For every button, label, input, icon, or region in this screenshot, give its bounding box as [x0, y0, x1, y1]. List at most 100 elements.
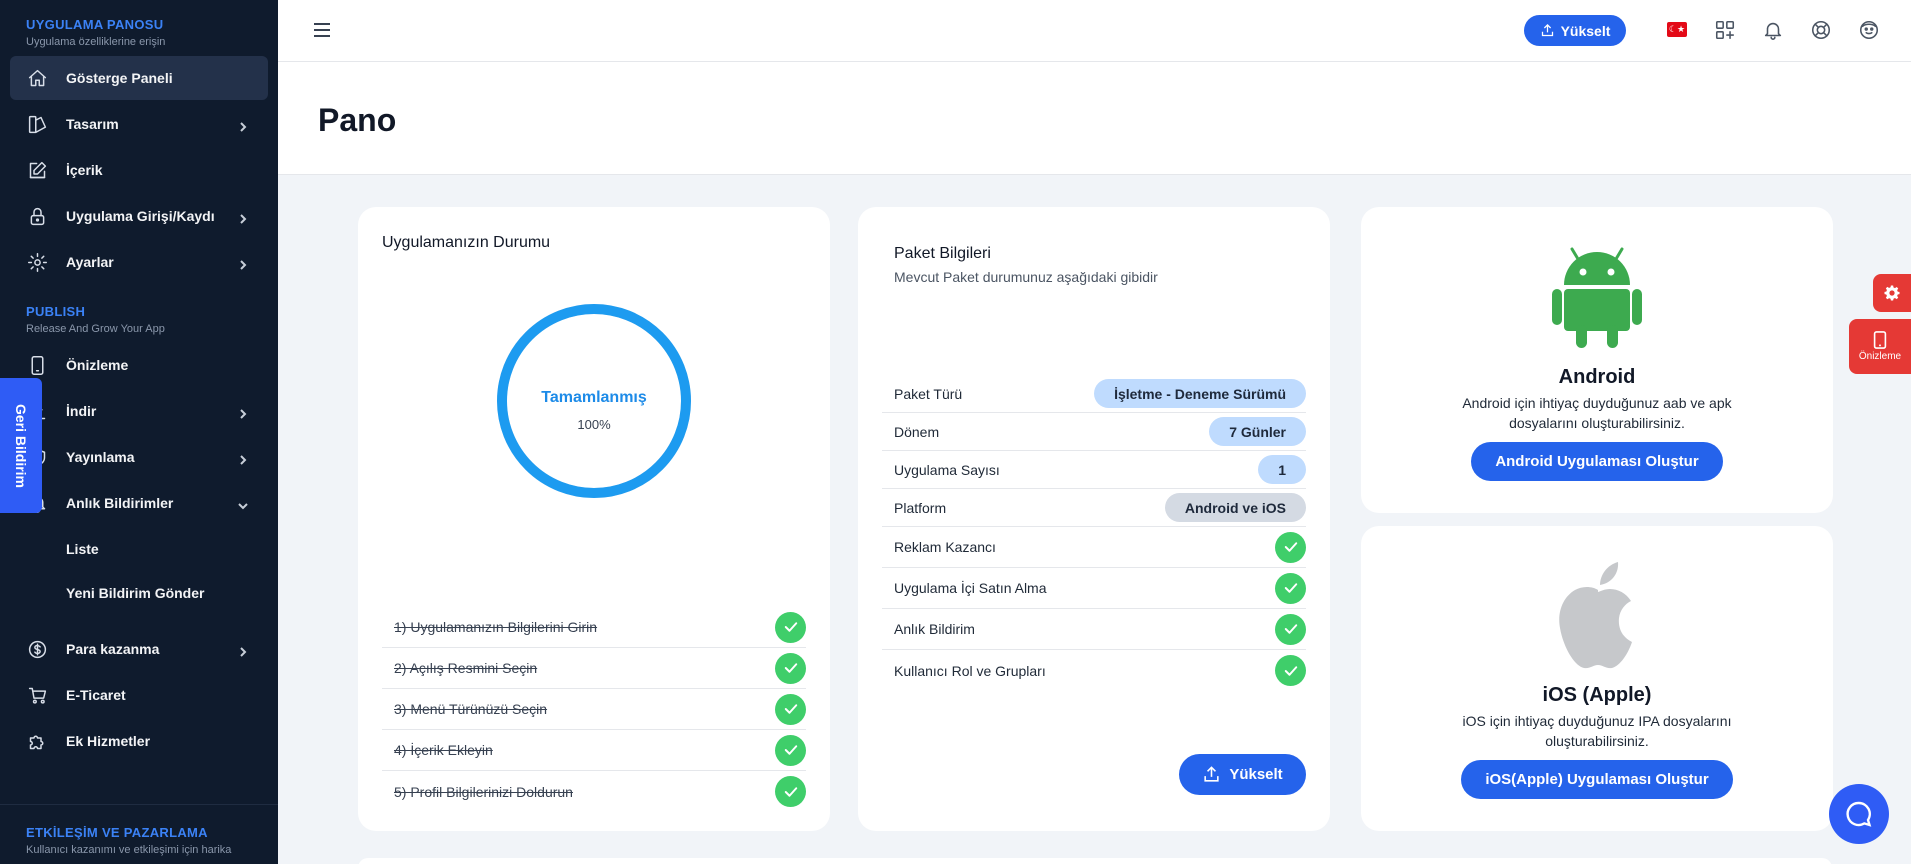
lock-icon — [26, 205, 48, 227]
package-row: Anlık Bildirim — [882, 609, 1306, 650]
package-value-badge: 1 — [1258, 455, 1306, 484]
chevron-down-icon — [238, 498, 248, 510]
chat-bubble-icon — [1846, 801, 1872, 827]
sidebar-divider — [0, 804, 278, 805]
chevron-right-icon — [238, 257, 248, 270]
check-circle-icon — [1275, 655, 1306, 686]
upgrade-button-top[interactable]: Yükselt — [1524, 15, 1626, 46]
sidebar-item-label: Ayarlar — [66, 254, 114, 270]
sidebar-subitem-list[interactable]: Liste — [10, 527, 268, 571]
sidebar-item-login[interactable]: Uygulama Girişi/Kaydı — [10, 194, 268, 238]
sidebar-item-label: Para kazanma — [66, 641, 160, 657]
chevron-right-icon — [238, 452, 248, 465]
package-key: Anlık Bildirim — [894, 621, 975, 637]
upgrade-label: Yükselt — [1560, 22, 1611, 39]
sidebar-item-settings[interactable]: Ayarlar — [10, 240, 268, 284]
sidebar-item-dashboard[interactable]: Gösterge Paneli — [10, 56, 268, 100]
ring-label: Tamamlanmış — [541, 389, 647, 406]
phone-icon — [1873, 331, 1887, 349]
sidebar-item-label: Ek Hizmetler — [66, 733, 151, 749]
feedback-tab[interactable]: Geri Bildirim — [0, 378, 42, 513]
lifebuoy-icon[interactable] — [1810, 19, 1832, 41]
sidebar-subitem-send-notification[interactable]: Yeni Bildirim Gönder — [10, 571, 268, 615]
page-title: Pano — [318, 102, 397, 138]
preview-panel-button[interactable]: Önizleme — [1849, 319, 1911, 374]
sidebar-item-label: İçerik — [66, 162, 103, 178]
preview-panel-label: Önizleme — [1858, 351, 1902, 362]
ios-card: iOS (Apple) iOS için ihtiyaç duyduğunuz … — [1361, 526, 1833, 831]
checklist-text: 1) Uygulamanızın Bilgilerini Girin — [394, 619, 598, 635]
sidebar-item-label: Uygulama Girişi/Kaydı — [66, 208, 215, 224]
cart-icon — [26, 684, 48, 706]
checklist-row[interactable]: 2) Açılış Resmini Seçin — [382, 648, 806, 689]
home-icon — [26, 67, 48, 89]
upload-icon — [1541, 23, 1553, 37]
package-key: Reklam Kazancı — [894, 539, 996, 555]
android-title: Android — [1558, 366, 1636, 388]
dollar-icon — [26, 638, 48, 660]
chevron-right-icon — [238, 211, 248, 224]
phone-icon — [26, 354, 48, 376]
next-card-peek — [358, 858, 1832, 864]
section-subtitle: Kullanıcı kazanımı ve etkileşimi için ha… — [26, 844, 232, 856]
sidebar-item-label: Önizleme — [66, 357, 129, 373]
upgrade-label: Yükselt — [1229, 766, 1283, 783]
sidebar-item-content[interactable]: İçerik — [10, 148, 268, 192]
android-description: Android için ihtiyaç duyduğunuz aab ve a… — [1462, 395, 1732, 432]
upgrade-button[interactable]: Yükselt — [1179, 754, 1306, 795]
sidebar-item-label: Tasarım — [66, 116, 119, 132]
sidebar-item-preview[interactable]: Önizleme — [10, 343, 268, 387]
create-ios-app-button[interactable]: iOS(Apple) Uygulaması Oluştur — [1461, 759, 1733, 799]
app-status-card: Uygulamanızın Durumu Tamamlanmış 100% 1)… — [358, 207, 830, 831]
package-table: Paket Türü İşletme - Deneme Sürümü Dönem 7… — [882, 375, 1306, 691]
package-row: Uygulama İçi Satın Alma — [882, 568, 1306, 609]
sidebar-item-push-notifications[interactable]: Anlık Bildirimler — [10, 481, 268, 525]
sidebar-item-download[interactable]: İndir — [10, 389, 268, 433]
sidebar-item-monetization[interactable]: Para kazanma — [10, 627, 268, 671]
package-card-header: Paket Bilgileri Mevcut Paket durumunuz a… — [894, 245, 1158, 285]
android-logo-icon — [1361, 241, 1833, 348]
package-info-card: Paket Bilgileri Mevcut Paket durumunuz a… — [858, 207, 1330, 831]
section-subtitle: Uygulama özelliklerine erişin — [26, 36, 166, 48]
checklist-row[interactable]: 1) Uygulamanızın Bilgilerini Girin — [382, 607, 806, 648]
package-key: Platform — [894, 499, 947, 516]
checklist-row[interactable]: 4) İçerik Ekleyin — [382, 730, 806, 771]
create-android-app-button[interactable]: Android Uygulaması Oluştur — [1471, 441, 1723, 481]
checklist-text: 5) Profil Bilgilerinizi Doldurun — [394, 783, 573, 800]
android-card: Android Android için ihtiyaç duyduğunuz … — [1361, 207, 1833, 513]
apps-add-icon[interactable] — [1714, 19, 1736, 41]
sidebar-section-publish: PUBLISH Release And Grow Your App — [0, 286, 278, 341]
package-key: Paket Türü — [894, 385, 963, 402]
ring-percent: 100% — [577, 417, 611, 432]
check-circle-icon — [775, 734, 806, 766]
checklist-text: 4) İçerik Ekleyin — [394, 742, 493, 758]
progress-ring: Tamamlanmış 100% — [496, 303, 692, 499]
sidebar-item-extra-services[interactable]: Ek Hizmetler — [10, 719, 268, 763]
gear-icon — [26, 251, 48, 273]
sidebar-item-label: Yayınlama — [66, 449, 135, 465]
section-title: ETKİLEŞİM VE PAZARLAMA — [26, 825, 208, 840]
chat-button[interactable] — [1829, 784, 1889, 844]
menu-icon[interactable] — [312, 20, 332, 40]
turkey-flag-icon[interactable]: ☾★ — [1667, 22, 1687, 37]
sidebar-section-engagement: ETKİLEŞİM VE PAZARLAMA Kullanıcı kazanım… — [0, 808, 257, 862]
status-card-title: Uygulamanızın Durumu — [382, 234, 551, 251]
check-circle-icon — [1275, 613, 1306, 645]
sidebar-item-publishing[interactable]: Yayınlama — [10, 435, 268, 479]
bell-icon[interactable] — [1762, 19, 1784, 41]
settings-panel-button[interactable] — [1873, 274, 1911, 312]
sidebar-item-design[interactable]: Tasarım — [10, 102, 268, 146]
topbar: Yükselt ☾★ — [278, 0, 1911, 62]
check-circle-icon — [775, 652, 806, 684]
package-row: Paket Türü İşletme - Deneme Sürümü — [882, 375, 1306, 413]
user-avatar-icon[interactable] — [1858, 19, 1880, 41]
ios-title: iOS (Apple) — [1542, 684, 1652, 706]
sidebar-item-ecommerce[interactable]: E-Ticaret — [10, 673, 268, 717]
edit-icon — [26, 159, 48, 181]
sidebar-item-label: Anlık Bildirimler — [66, 495, 174, 511]
package-row: Kullanıcı Rol ve Grupları — [882, 650, 1306, 691]
setup-checklist: 1) Uygulamanızın Bilgilerini Girin 2) Aç… — [382, 607, 806, 812]
gear-icon — [1884, 285, 1900, 301]
checklist-row[interactable]: 5) Profil Bilgilerinizi Doldurun — [382, 771, 806, 812]
checklist-row[interactable]: 3) Menü Türünüzü Seçin — [382, 689, 806, 730]
